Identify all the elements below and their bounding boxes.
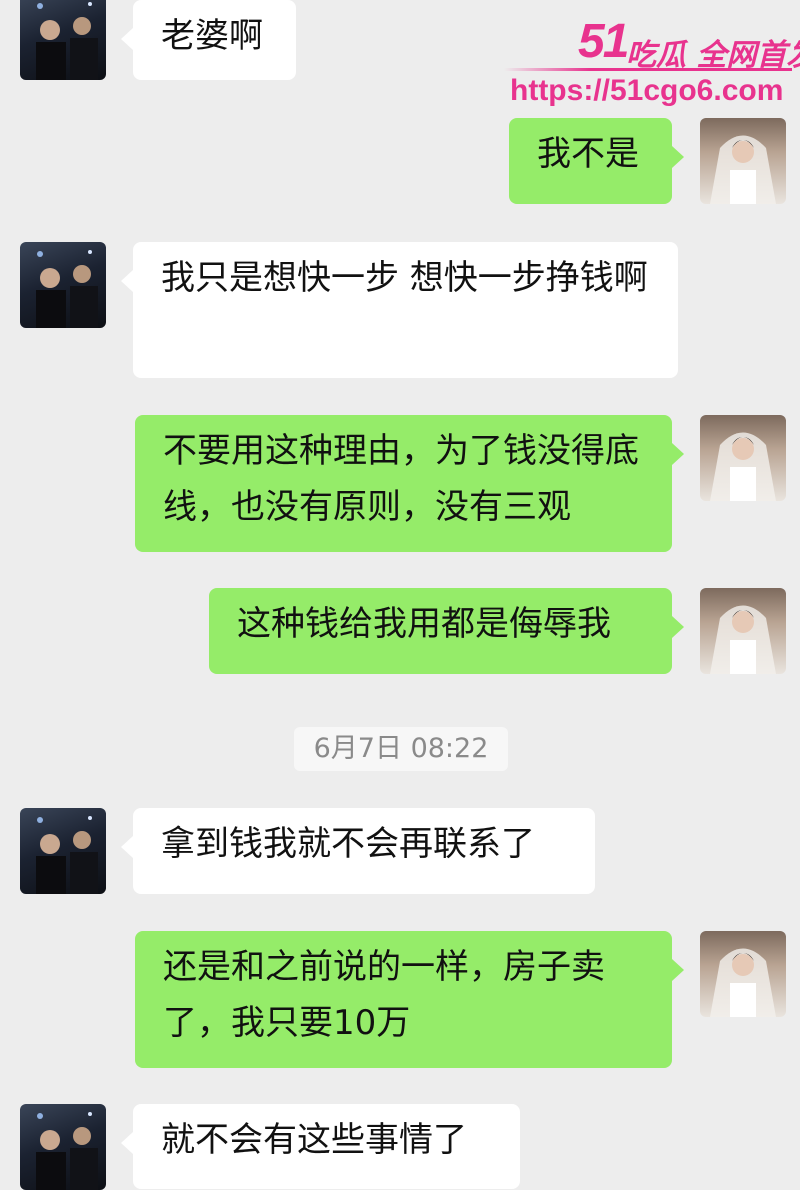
message-bubble-incoming[interactable]: 老婆啊: [121, 0, 296, 80]
message-bubble-incoming[interactable]: 就不会有这些事情了: [121, 1104, 520, 1189]
contact-avatar[interactable]: [20, 242, 106, 328]
watermark-underline: [504, 68, 792, 71]
contact-avatar[interactable]: [20, 1104, 106, 1190]
message-text: 就不会有这些事情了: [161, 1120, 467, 1160]
message-text: 这种钱给我用都是侮辱我: [237, 604, 611, 644]
my-avatar-photo: [710, 948, 776, 1017]
contact-avatar-photo: [36, 816, 98, 894]
my-avatar[interactable]: [700, 415, 786, 501]
message-text: 我只是想快一步 想快一步挣钱啊: [161, 258, 648, 298]
message-timestamp: 6月7日 08:22: [294, 727, 508, 771]
contact-avatar-photo: [36, 250, 98, 328]
watermark-url: https://51cgo6.com: [510, 74, 784, 107]
my-avatar[interactable]: [700, 118, 786, 204]
my-avatar-photo: [710, 605, 776, 674]
contact-avatar-photo: [36, 1112, 98, 1190]
contact-avatar[interactable]: [20, 0, 106, 80]
message-bubble-incoming[interactable]: 拿到钱我就不会再联系了: [121, 808, 595, 894]
my-avatar-photo: [710, 432, 776, 501]
my-avatar[interactable]: [700, 588, 786, 674]
contact-avatar[interactable]: [20, 808, 106, 894]
message-bubble-outgoing[interactable]: 这种钱给我用都是侮辱我: [209, 588, 684, 674]
message-bubble-outgoing[interactable]: 我不是: [509, 118, 684, 204]
my-avatar[interactable]: [700, 931, 786, 1017]
watermark: 51 吃瓜 全网首发 https://51cgo6.com: [500, 10, 800, 110]
message-bubble-outgoing[interactable]: 不要用这种理由，为了钱没得底线，也没有原则，没有三观: [135, 415, 684, 552]
contact-avatar-photo: [36, 2, 98, 80]
message-bubble-incoming[interactable]: 我只是想快一步 想快一步挣钱啊: [121, 242, 678, 378]
message-text: 我不是: [537, 134, 639, 174]
message-text: 拿到钱我就不会再联系了: [161, 824, 535, 864]
message-text: 还是和之前说的一样，房子卖了，我只要10万: [163, 947, 605, 1043]
message-text: 不要用这种理由，为了钱没得底线，也没有原则，没有三观: [163, 431, 639, 527]
my-avatar-photo: [710, 135, 776, 204]
message-text: 老婆啊: [161, 16, 263, 56]
watermark-brand-number: 51: [578, 15, 629, 68]
message-bubble-outgoing[interactable]: 还是和之前说的一样，房子卖了，我只要10万: [135, 931, 684, 1068]
